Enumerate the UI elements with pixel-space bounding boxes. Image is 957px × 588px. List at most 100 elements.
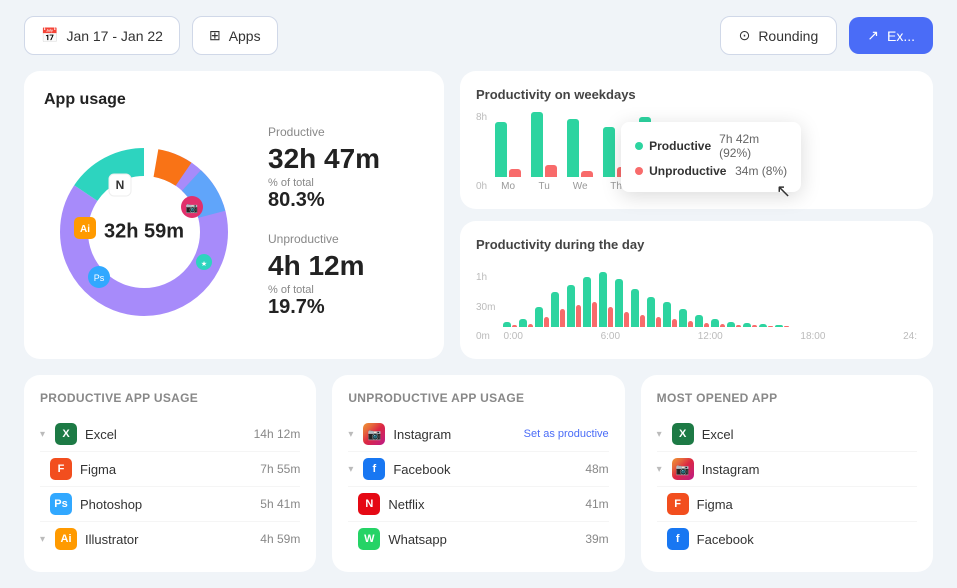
app-name-ps: Photoshop [80,497,252,512]
most-app-instagram: Instagram [702,462,917,477]
time-24: 24: [903,331,917,342]
netflix-icon: N [358,493,380,515]
time-0: 0:00 [503,331,522,342]
export-button[interactable]: ↗ Ex... [849,17,933,54]
bar-group-tu: Tu Productive 7h 42m (92%) [531,112,557,192]
chevron-down-icon: ▾ [657,429,662,440]
svg-text:Ps: Ps [94,273,105,283]
list-item: Ps Photoshop 5h 41m [40,487,300,522]
mo-green-bar [495,122,507,177]
productive-label: Productive [268,125,424,139]
app-usage-panel: App usage N [24,71,444,359]
list-item: ▾ 📷 Instagram Set as productive [348,417,608,452]
app-time-facebook: 48m [585,462,608,476]
bar-group-we: We [567,119,593,192]
time-labels: 0:00 6:00 12:00 18:00 24: [503,331,917,342]
export-label: Ex... [887,28,915,44]
chevron-down-icon: ▾ [348,464,353,475]
y-label-0h: 0h [476,181,487,192]
app-name-whatsapp: Whatsapp [388,532,577,547]
figma-icon: F [50,458,72,480]
tooltip-unproductive-val: 34m (8%) [735,164,787,178]
apps-filter-button[interactable]: ⊞ Apps [192,16,278,55]
list-item: ▾ f Facebook 48m [348,452,608,487]
productive-apps-title: Productive app usage [40,391,300,405]
y-label-8h: 8h [476,112,487,123]
svg-text:📷: 📷 [186,203,198,214]
weekday-chart-title: Productivity on weekdays [476,87,917,102]
chevron-down-icon: ▾ [40,534,45,545]
excel-icon: X [55,423,77,445]
date-range-button[interactable]: 📅 Jan 17 - Jan 22 [24,16,180,55]
tooltip-productive-label: Productive [649,139,711,153]
app-time-ps: 5h 41m [260,497,300,511]
svg-text:Ai: Ai [80,224,90,235]
facebook-icon-2: f [667,528,689,550]
tooltip-unproductive-dot [635,167,643,175]
donut-center-time: 32h 59m [104,221,184,244]
list-item: F Figma 7h 55m [40,452,300,487]
weekday-bars: Mo Tu Productiv [495,112,917,192]
unproductive-apps-title: Unproductive app usage [348,391,608,405]
day-chart-container: 1h 30m 0m [476,262,917,342]
list-item: ▾ Ai Illustrator 4h 59m [40,522,300,556]
tooltip-productive-val: 7h 42m (92%) [719,132,787,160]
chevron-down-icon: ▾ [348,429,353,440]
tu-red-bar [545,165,557,177]
list-item: f Facebook [657,522,917,556]
list-item: F Figma [657,487,917,522]
day-chart-title: Productivity during the day [476,237,917,252]
app-name-figma: Figma [80,462,252,477]
day-bars [503,262,917,327]
day-bars-wrap: 0:00 6:00 12:00 18:00 24: [503,262,917,342]
day-y-0m: 0m [476,331,495,342]
app-name-instagram: Instagram [393,427,515,442]
instagram-icon-2: 📷 [672,458,694,480]
unproductive-pct: 19.7% [268,296,424,319]
app-name-facebook: Facebook [393,462,577,477]
unproductive-stat: Unproductive 4h 12m % of total 19.7% [268,232,424,319]
main-content: App usage N [0,71,957,375]
tu-green-bar [531,112,543,177]
we-green-bar [567,119,579,177]
export-icon: ↗ [867,27,879,44]
cursor-icon: ↖ [776,181,791,202]
we-red-bar [581,171,593,177]
productive-apps-card: Productive app usage ▾ X Excel 14h 12m F… [24,375,316,572]
most-opened-title: Most opened app [657,391,917,405]
donut-chart: N 📷 Ps Ai ★ 32h 59m [44,132,244,332]
list-item: N Netflix 41m [348,487,608,522]
bottom-panels: Productive app usage ▾ X Excel 14h 12m F… [0,375,957,588]
most-opened-card: Most opened app ▾ X Excel ▾ 📷 Instagram … [641,375,933,572]
stats-section: Productive 32h 47m % of total 80.3% Unpr… [268,125,424,339]
most-app-figma: Figma [697,497,917,512]
apps-label: Apps [229,28,261,44]
donut-section: N 📷 Ps Ai ★ 32h 59m P [44,125,424,339]
weekday-chart-card: Productivity on weekdays 8h 0h Mo [460,71,933,209]
whatsapp-icon: W [358,528,380,550]
productive-stat: Productive 32h 47m % of total 80.3% [268,125,424,212]
app-name-ai: Illustrator [85,532,252,547]
svg-text:N: N [116,178,125,192]
app-usage-title: App usage [44,91,424,109]
tooltip-productive-dot [635,142,643,150]
list-item: ▾ 📷 Instagram [657,452,917,487]
set-as-productive-button[interactable]: Set as productive [524,428,609,440]
time-18: 18:00 [800,331,825,342]
chevron-down-icon: ▾ [40,429,45,440]
productive-pct: 80.3% [268,189,424,212]
productive-value: 32h 47m [268,143,424,175]
list-item: ▾ X Excel 14h 12m [40,417,300,452]
app-time-whatsapp: 39m [585,532,608,546]
unproductive-value: 4h 12m [268,250,424,282]
app-time-figma: 7h 55m [260,462,300,476]
list-item: ▾ X Excel [657,417,917,452]
most-app-facebook: Facebook [697,532,917,547]
weekday-tooltip: Productive 7h 42m (92%) Unproductive 34m… [621,122,801,192]
rounding-button[interactable]: ⊙ Rounding [720,16,838,55]
day-chart-card: Productivity during the day 1h 30m 0m [460,221,933,359]
excel-icon-2: X [672,423,694,445]
rounding-label: Rounding [758,28,818,44]
facebook-icon: f [363,458,385,480]
app-time-excel: 14h 12m [254,427,301,441]
